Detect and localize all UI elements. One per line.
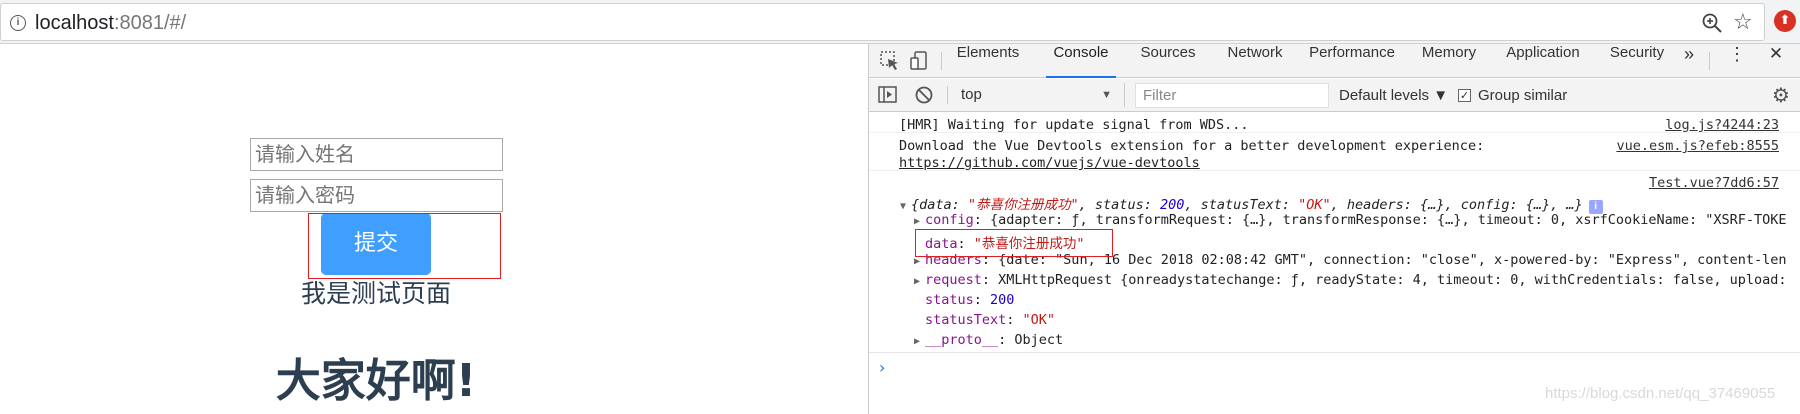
clear-console-icon[interactable] <box>913 84 935 106</box>
info-icon[interactable]: i <box>10 15 26 31</box>
tab-separator <box>1709 52 1710 70</box>
tab-network[interactable]: Network <box>1221 44 1289 78</box>
watermark: https://blog.csdn.net/qq_37469055 <box>1545 385 1776 402</box>
bookmark-star-icon[interactable]: ☆ <box>1733 10 1753 35</box>
url-host: localhost <box>35 12 114 34</box>
sidebar-toggle-icon[interactable] <box>877 84 899 106</box>
close-devtools-icon[interactable]: ✕ <box>1764 44 1788 78</box>
console-prompt-icon[interactable]: › <box>879 358 885 377</box>
property-key: statusText <box>925 312 1007 328</box>
toolbar-separator <box>947 86 948 104</box>
browser-toolbar: i localhost:8081/#/ ☆ ⬆ <box>0 0 1800 44</box>
console-output: [HMR] Waiting for update signal from WDS… <box>869 113 1800 414</box>
console-message: [HMR] Waiting for update signal from WDS… <box>869 113 1800 133</box>
property-key: config <box>925 212 974 228</box>
collapsed-triangle-icon[interactable]: ▶ <box>914 216 925 227</box>
tab-security[interactable]: Security <box>1604 44 1670 78</box>
tab-application[interactable]: Application <box>1499 44 1587 78</box>
chevron-down-icon: ▼ <box>1101 89 1112 101</box>
summary-string: "OK" <box>1298 197 1331 213</box>
message-source-link[interactable]: log.js?4244:23 <box>1665 117 1779 133</box>
group-similar-checkbox[interactable]: ✓ <box>1458 89 1471 102</box>
context-label: top <box>961 86 982 103</box>
url-text[interactable]: localhost:8081/#/ <box>35 12 186 35</box>
property-key: __proto__ <box>925 332 999 348</box>
property-value: Object <box>1014 332 1064 348</box>
url-path: :8081/#/ <box>113 12 187 34</box>
summary-text: , headers: {…}, config: {…}, …} <box>1330 197 1583 213</box>
highlight-box-data <box>915 229 1113 257</box>
tab-elements[interactable]: Elements <box>953 44 1023 78</box>
property-row: statusText: "OK" <box>925 312 1056 328</box>
extension-icon[interactable]: ⬆ <box>1774 10 1796 32</box>
property-key: status <box>925 292 974 308</box>
tab-performance[interactable]: Performance <box>1304 44 1400 78</box>
message-source-link[interactable]: Test.vue?7dd6:57 <box>1649 175 1779 191</box>
summary-text: , status: <box>1078 197 1160 213</box>
console-toolbar: top ▼ Filter Default levels ▼ ✓ Group si… <box>869 79 1800 112</box>
greeting-heading: 大家好啊! <box>275 354 477 407</box>
log-levels-dropdown[interactable]: Default levels ▼ <box>1339 83 1448 108</box>
console-settings-gear-icon[interactable]: ⚙ <box>1772 83 1790 107</box>
collapsed-triangle-icon[interactable]: ▶ <box>914 276 925 287</box>
tab-console[interactable]: Console <box>1046 44 1116 78</box>
address-bar[interactable]: i localhost:8081/#/ ☆ <box>0 3 1765 41</box>
property-row: status: 200 <box>925 292 1015 308</box>
highlight-box-submit <box>308 213 501 279</box>
devtools-menu-icon[interactable]: ⋮ <box>1727 44 1747 78</box>
test-page-label: 我是测试页面 <box>300 279 451 308</box>
property-row[interactable]: ▶ config: {adapter: ƒ, transformRequest: … <box>914 212 1787 228</box>
device-toolbar-icon[interactable] <box>909 50 931 72</box>
message-text: Download the Vue Devtools extension for … <box>899 138 1485 154</box>
property-key: request <box>925 272 982 288</box>
more-tabs-icon[interactable]: » <box>1677 44 1701 78</box>
web-page: 请输入姓名 请输入密码 提交 我是测试页面 大家好啊! <box>0 44 868 414</box>
summary-number: 200 <box>1159 197 1185 213</box>
object-summary[interactable]: ▼ {data: "恭喜你注册成功", status: 200, statusTe… <box>900 193 1603 214</box>
group-similar-label: Group similar <box>1478 87 1568 104</box>
devtools-panel: Elements Console Sources Network Perform… <box>868 44 1800 414</box>
collapsed-triangle-icon[interactable]: ▶ <box>914 336 925 347</box>
devtools-tab-bar: Elements Console Sources Network Perform… <box>869 44 1800 78</box>
tab-memory[interactable]: Memory <box>1415 44 1483 78</box>
summary-text: {data: <box>911 197 968 213</box>
property-value: "OK" <box>1022 312 1056 328</box>
property-row[interactable]: ▶ request: XMLHttpRequest {onreadystatech… <box>914 272 1787 288</box>
message-source-link[interactable]: vue.esm.js?efeb:8555 <box>1616 138 1779 154</box>
tab-sources[interactable]: Sources <box>1134 44 1202 78</box>
property-value: 200 <box>990 292 1015 308</box>
inspect-element-icon[interactable] <box>879 50 901 72</box>
message-text: [HMR] Waiting for update signal from WDS… <box>899 117 1249 133</box>
console-filter-input[interactable]: Filter <box>1135 83 1329 108</box>
context-selector[interactable]: top ▼ <box>957 83 1125 107</box>
collapsed-triangle-icon[interactable]: ▶ <box>914 256 925 267</box>
console-message: Download the Vue Devtools extension for … <box>869 133 1800 171</box>
devtools-link[interactable]: https://github.com/vuejs/vue-devtools <box>899 155 1200 171</box>
summary-text: , statusText: <box>1184 197 1299 213</box>
console-object-message: Test.vue?7dd6:57 ▼ {data: "恭喜你注册成功", stat… <box>869 171 1800 353</box>
expanded-triangle-icon[interactable]: ▼ <box>900 201 911 212</box>
name-input[interactable]: 请输入姓名 <box>250 138 503 171</box>
zoom-icon[interactable] <box>1701 12 1723 34</box>
password-input[interactable]: 请输入密码 <box>250 179 503 212</box>
property-row[interactable]: ▶ __proto__: Object <box>914 332 1063 348</box>
property-value: : {adapter: ƒ, transformRequest: {…}, tr… <box>973 212 1787 228</box>
property-value: : XMLHttpRequest {onreadystatechange: ƒ,… <box>981 272 1787 288</box>
tab-separator <box>941 52 942 70</box>
summary-string: "恭喜你注册成功" <box>967 197 1079 213</box>
